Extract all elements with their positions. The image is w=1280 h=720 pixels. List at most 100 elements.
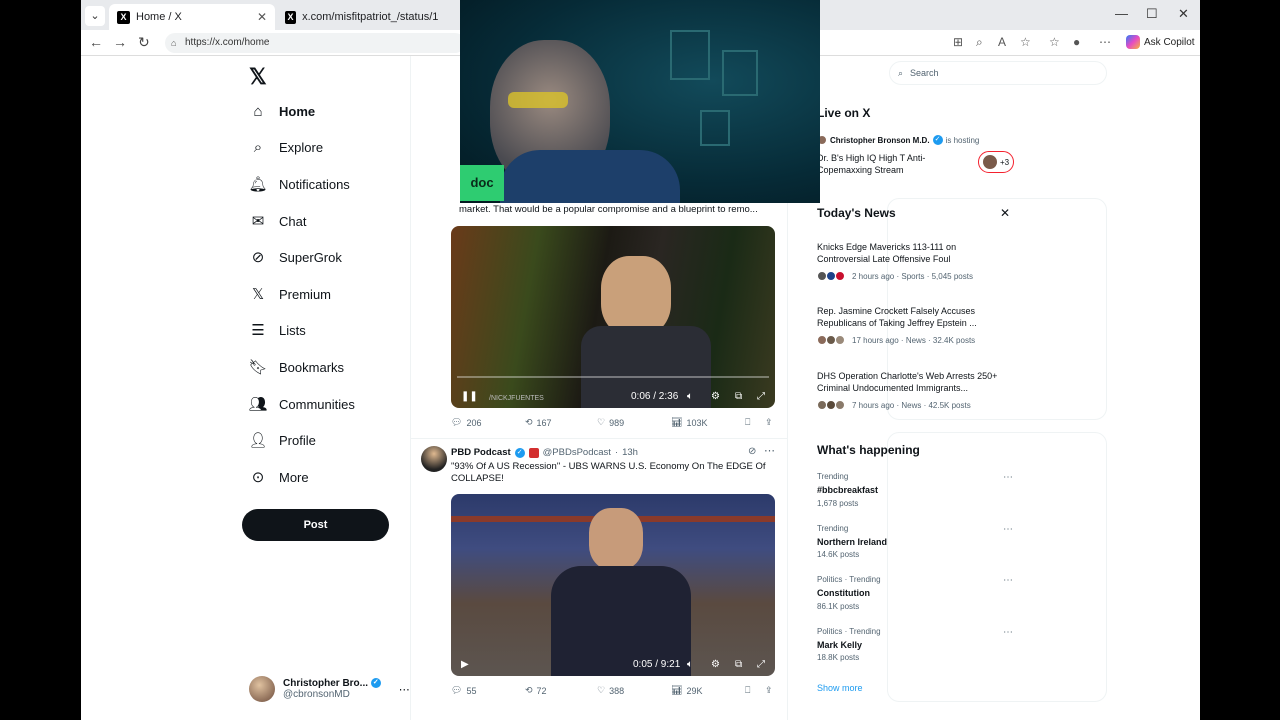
nav-chat[interactable]: ✉ Chat [249,212,307,230]
repost-icon: ⟲ [525,417,533,427]
close-tab-icon[interactable]: ✕ [257,10,267,24]
trend-context: Politics · Trending [817,575,881,584]
pip-icon[interactable]: ⧉ [735,391,742,402]
repost-button[interactable]: ⟲ 72 [525,685,547,696]
tab-home[interactable]: X Home / X ✕ [109,4,275,30]
avatar[interactable] [421,446,447,472]
tweet-video[interactable]: ❚❚ /NICKJFUENTES 0:06 / 2:36 🔈︎ ⚙ ⧉ ⤢ [451,226,775,408]
grok-icon[interactable]: ⊘ [748,446,756,457]
minimize-icon[interactable]: — [1115,6,1128,21]
video-progress-bar[interactable] [457,376,769,378]
post-button[interactable]: Post [242,509,389,541]
mute-icon[interactable]: 🔈︎ [687,391,693,402]
nav-more[interactable]: ⊙ More [249,468,309,486]
like-button[interactable]: ♡ 989 [597,417,624,428]
trend-topic[interactable]: #bbcbreakfast [817,484,878,496]
back-icon[interactable]: ← [89,34,103,50]
nav-bookmarks[interactable]: 🔖︎ Bookmarks [248,358,344,376]
live-host-suffix: is hosting [945,135,980,145]
fullscreen-icon[interactable]: ⤢ [757,659,765,670]
reply-button[interactable]: 💬︎ 206 [451,417,481,428]
trend-more-icon[interactable]: ⋯ [1003,524,1013,535]
webcam-overlay: doc [460,0,820,203]
zoom-icon[interactable]: ⌕ [976,35,983,50]
grok-icon: ⊘ [251,249,265,266]
maximize-icon[interactable]: ☐ [1146,6,1158,22]
wall-frame [670,30,710,80]
news-headline[interactable]: Knicks Edge Mavericks 113-111 on Controv… [817,241,987,265]
news-headline[interactable]: Rep. Jasmine Crockett Falsely Accuses Re… [817,305,1007,329]
nav-home[interactable]: ⌂ Home [249,102,315,120]
video-settings-icon[interactable]: ⚙ [711,391,720,402]
pause-icon[interactable]: ❚❚ [461,391,478,402]
views-button[interactable]: 📊︎ 103K [671,417,707,428]
news-meta: 7 hours ago · News · 42.5K posts [817,400,971,410]
nav-profile[interactable]: 👤︎ Profile [248,431,315,449]
tab-status[interactable]: X x.com/misfitpatriot_/status/19913 [277,4,447,30]
live-stream-title[interactable]: Dr. B's High IQ High T Anti-Copemaxxing … [817,152,967,176]
nav-explore[interactable]: ⌕ Explore [249,138,323,156]
tweet-time[interactable]: 13h [622,447,638,458]
trend-more-icon[interactable]: ⋯ [1003,472,1013,483]
x-logo-icon[interactable]: 𝕏 [249,64,267,90]
share-button[interactable]: ⇪ [765,685,773,696]
tweet-author-name[interactable]: PBD Podcast [451,447,511,458]
nav-notifications[interactable]: 🔔︎ Notifications [248,175,349,193]
refresh-icon[interactable]: ↻ [138,34,150,51]
tweet-actions: 💬︎ 206 ⟲ 167 ♡ 989 📊︎ 103K ⎕ ⇪ [451,417,775,431]
tweet-author-handle[interactable]: @PBDsPodcast [543,447,611,458]
bookmark-button[interactable]: ⎕ [745,685,750,696]
copilot-button[interactable]: Ask Copilot [1126,35,1195,49]
favorite-star-icon[interactable]: ☆ [1020,35,1031,49]
repost-button[interactable]: ⟲ 167 [525,417,552,428]
forward-icon[interactable]: → [113,34,127,50]
split-screen-icon[interactable]: ⊞ [953,35,963,49]
like-button[interactable]: ♡ 388 [597,685,624,696]
news-headline[interactable]: DHS Operation Charlotte's Web Arrests 25… [817,370,1017,394]
fullscreen-icon[interactable]: ⤢ [757,391,765,402]
feed-border-left [410,56,411,720]
close-icon[interactable]: ✕ [1000,206,1010,220]
play-icon[interactable]: ▶ [461,659,469,670]
video-settings-icon[interactable]: ⚙ [711,659,720,670]
share-button[interactable]: ⇪ [765,417,773,428]
repost-icon: ⟲ [525,685,533,695]
avatar [249,676,275,702]
read-aloud-icon[interactable]: A [998,35,1006,49]
trend-topic[interactable]: Mark Kelly [817,639,862,651]
trend-more-icon[interactable]: ⋯ [1003,575,1013,586]
tweet-more-icon[interactable]: ⋯ [764,444,775,457]
trend-topic[interactable]: Constitution [817,587,870,599]
nav-communities[interactable]: 👥︎ Communities [248,395,354,413]
search-input[interactable]: ⌕ Search [889,61,1107,85]
nav-supergrok[interactable]: ⊘ SuperGrok [249,248,342,266]
reply-button[interactable]: 💬︎ 55 [451,685,476,696]
trend-more-icon[interactable]: ⋯ [1003,627,1013,638]
mute-icon[interactable]: 🔈︎ [687,659,693,670]
close-window-icon[interactable]: ✕ [1178,6,1189,22]
live-participants[interactable]: +3 [978,151,1014,173]
tab-title: x.com/misfitpatriot_/status/19913 [302,11,439,23]
tweet-text: market. That would be a popular compromi… [459,204,758,215]
nav-premium[interactable]: 𝕏 Premium [249,285,331,303]
tab-actions-button[interactable]: ⌄ [85,6,105,26]
bookmark-button[interactable]: ⎕ [745,417,750,428]
copilot-icon [1126,35,1140,49]
settings-more-icon[interactable]: ⋯ [1099,35,1111,49]
show-more-link[interactable]: Show more [817,682,863,694]
nav-lists[interactable]: ☰ Lists [249,321,305,339]
avatar [982,154,998,170]
search-icon: ⌕ [253,138,263,156]
more-circle-icon: ⊙ [251,469,265,486]
views-button[interactable]: 📊︎ 29K [671,685,702,696]
favorites-icon[interactable]: ☆ [1049,35,1060,49]
url-field[interactable]: ⌂ https://x.com/home [165,33,465,53]
live-host[interactable]: Christopher Bronson M.D. ✓ is hosting [817,135,979,145]
site-info-icon[interactable]: ⌂ [171,33,176,53]
account-switcher[interactable]: Christopher Bro... ✓ @cbronsonMD ⋯ [249,676,410,702]
news-meta: 17 hours ago · News · 32.4K posts [817,335,975,345]
pip-icon[interactable]: ⧉ [735,659,742,670]
trend-topic[interactable]: Northern Ireland [817,536,887,548]
profile-icon[interactable]: ● [1073,35,1080,49]
tweet-video[interactable]: ▶ 0:05 / 9:21 🔈︎ ⚙ ⧉ ⤢ [451,494,775,676]
